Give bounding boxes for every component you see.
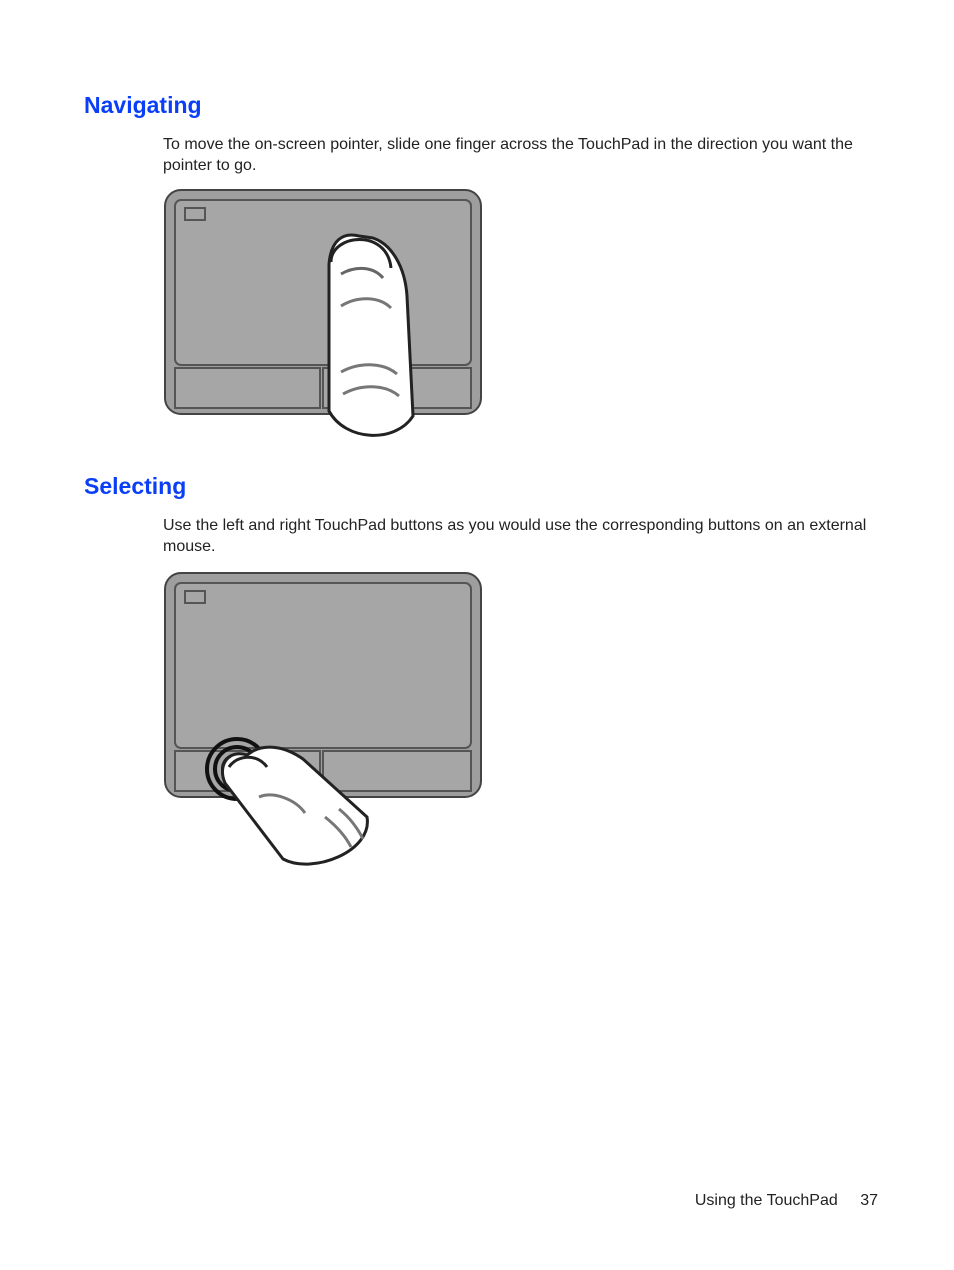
heading-selecting: Selecting: [84, 473, 186, 500]
paragraph-navigating: To move the on-screen pointer, slide one…: [163, 135, 873, 177]
footer-section-label: Using the TouchPad: [695, 1192, 838, 1209]
touchpad-select-illustration: [163, 569, 483, 872]
touchpad-navigate-illustration: [163, 186, 483, 452]
figure-touchpad-select: [163, 569, 483, 872]
footer-page-number: 37: [860, 1192, 878, 1210]
page-footer: Using the TouchPad 37: [695, 1192, 878, 1210]
figure-touchpad-navigate: [163, 186, 483, 452]
paragraph-selecting: Use the left and right TouchPad buttons …: [163, 516, 873, 558]
heading-navigating: Navigating: [84, 92, 202, 119]
